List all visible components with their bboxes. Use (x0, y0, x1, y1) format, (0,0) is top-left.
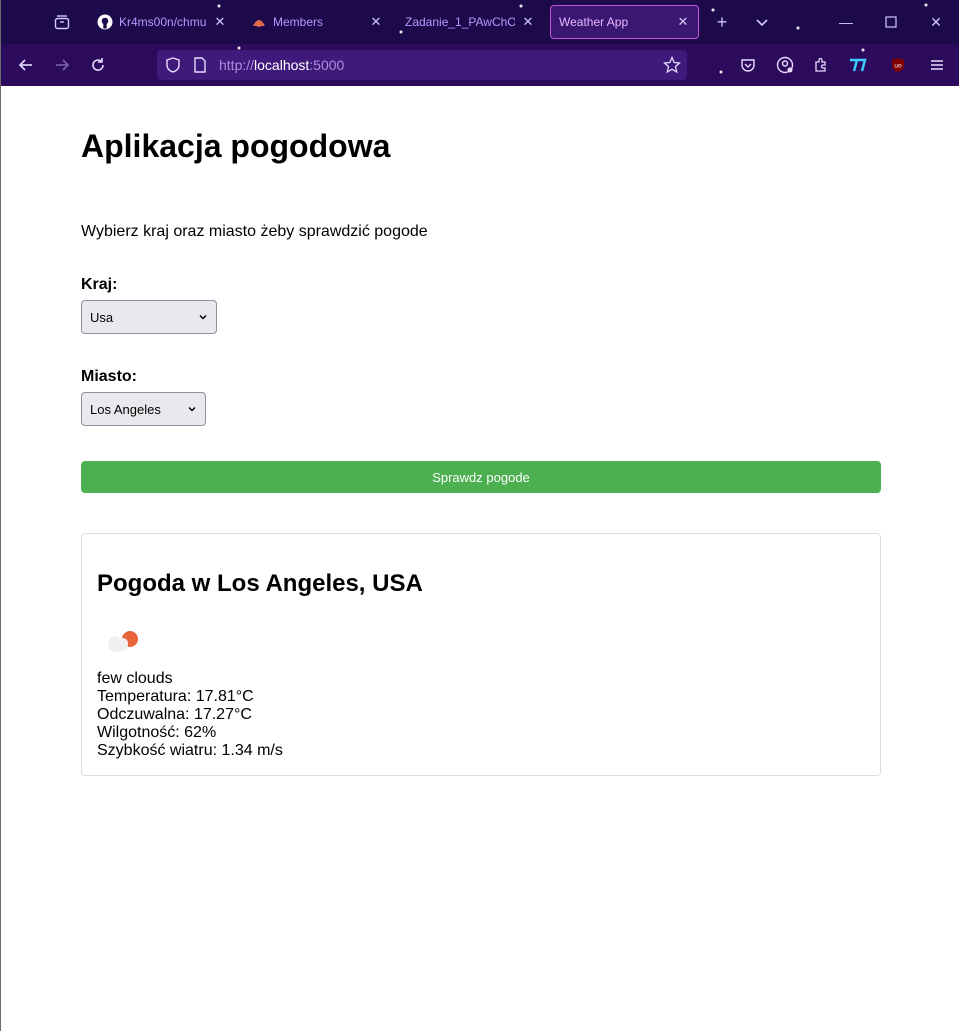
country-label: Kraj: (81, 276, 118, 293)
plus-icon: + (716, 11, 728, 32)
maximize-button[interactable] (871, 10, 911, 34)
navigation-toolbar: http://localhost:5000 uo (1, 44, 959, 86)
few-clouds-icon (102, 626, 142, 658)
bookmark-star-icon[interactable] (662, 55, 682, 79)
ublock-button[interactable]: uo (886, 53, 910, 77)
page-info-icon[interactable] (193, 57, 207, 78)
url-host: localhost (254, 57, 310, 73)
tab-overview-icon (54, 15, 70, 30)
puzzle-icon (815, 57, 826, 72)
hamburger-menu-icon (931, 60, 943, 70)
city-select[interactable]: Los Angeles (81, 392, 206, 426)
github-icon (97, 14, 113, 30)
page-content: Aplikacja pogodowa Wybierz kraj oraz mia… (1, 86, 959, 1031)
check-weather-button[interactable]: Sprawdz pogode (81, 461, 881, 493)
page-title: Aplikacja pogodowa (81, 128, 391, 164)
tab-title: Members (273, 15, 324, 29)
pocket-icon (741, 59, 755, 72)
wind-speed-line: Szybkość wiatru: 1.34 m/s (97, 742, 283, 759)
arrow-left-icon (18, 59, 32, 71)
forward-button[interactable] (50, 53, 74, 77)
tab-title: Kr4ms00n/chmury (119, 15, 207, 29)
chevron-down-icon (188, 407, 196, 412)
browser-window: Kr4ms00n/chmury ✕ Members ✕ Zadanie_1_PA… (0, 0, 959, 1031)
tab-overview-button[interactable] (49, 10, 75, 34)
chevron-down-icon (199, 315, 207, 320)
extension-logo-icon (850, 58, 867, 72)
app-menu-button[interactable] (925, 53, 949, 77)
weather-description: few clouds (97, 670, 173, 687)
weather-details: few clouds Temperatura: 17.81°C Odczuwal… (97, 670, 283, 760)
url-text[interactable]: http://localhost:5000 (219, 57, 344, 73)
reload-button[interactable] (86, 53, 110, 77)
weather-result-card: Pogoda w Los Angeles, USA few clouds Tem… (81, 533, 881, 776)
close-icon: ✕ (930, 13, 942, 30)
url-scheme: http:// (219, 57, 255, 73)
tab-close-icon[interactable]: ✕ (369, 14, 383, 30)
url-port: :5000 (309, 57, 345, 73)
close-window-button[interactable]: ✕ (916, 10, 956, 34)
city-select-value: Los Angeles (90, 401, 161, 417)
tab-zadanie[interactable]: Zadanie_1_PAwChO_S ✕ (397, 5, 543, 39)
tab-weather-app[interactable]: Weather App ✕ (550, 5, 699, 39)
tab-close-icon[interactable]: ✕ (676, 14, 690, 30)
svg-text:uo: uo (894, 63, 902, 70)
minimize-icon: — (839, 14, 853, 30)
back-button[interactable] (14, 53, 38, 77)
city-label: Miasto: (81, 368, 137, 385)
ublock-icon: uo (892, 58, 904, 72)
chevron-down-icon (756, 19, 768, 27)
reload-icon (92, 58, 104, 71)
tab-github[interactable]: Kr4ms00n/chmury ✕ (89, 5, 235, 39)
tab-strip: Kr4ms00n/chmury ✕ Members ✕ Zadanie_1_PA… (1, 0, 959, 44)
extension-tampermonkey-button[interactable] (846, 53, 870, 77)
pocket-button[interactable] (736, 53, 760, 77)
maximize-icon (885, 16, 897, 28)
account-button[interactable] (773, 53, 797, 77)
tab-members[interactable]: Members ✕ (243, 5, 391, 39)
tab-title: Zadanie_1_PAwChO_S (405, 15, 515, 29)
minimize-button[interactable]: — (826, 10, 866, 34)
tab-close-icon[interactable]: ✕ (213, 14, 227, 30)
country-select-value: Usa (90, 309, 114, 325)
temperature-line: Temperatura: 17.81°C (97, 688, 254, 705)
account-icon (776, 56, 794, 74)
tab-close-icon[interactable]: ✕ (521, 14, 535, 30)
tab-title: Weather App (559, 15, 629, 29)
intro-text: Wybierz kraj oraz miasto żeby sprawdzić … (81, 223, 428, 240)
arrow-right-icon (56, 59, 70, 71)
extensions-button[interactable] (809, 53, 833, 77)
result-title: Pogoda w Los Angeles, USA (97, 570, 423, 597)
country-select[interactable]: Usa (81, 300, 217, 334)
members-icon (251, 14, 267, 30)
address-bar[interactable]: http://localhost:5000 (157, 50, 687, 80)
list-all-tabs-button[interactable] (750, 10, 774, 34)
shield-icon[interactable] (165, 57, 181, 78)
feels-like-line: Odczuwalna: 17.27°C (97, 706, 252, 723)
new-tab-button[interactable]: + (710, 10, 734, 34)
humidity-line: Wilgotność: 62% (97, 724, 217, 741)
